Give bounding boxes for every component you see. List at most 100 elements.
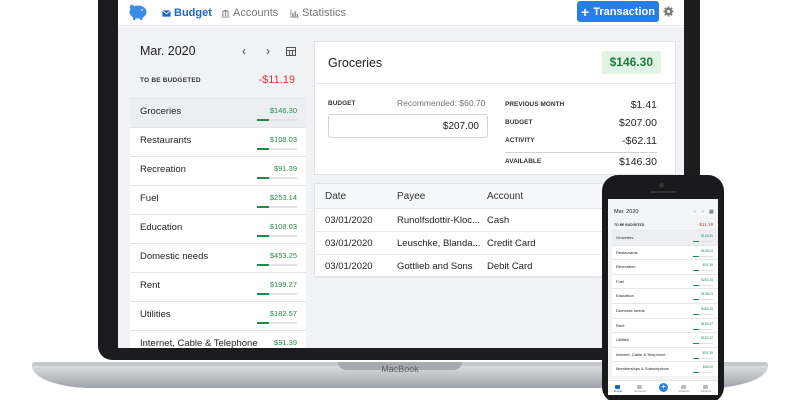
to-be-budgeted-label: TO BE BUDGETED — [140, 77, 201, 84]
category-row[interactable]: Internet, Cable & Telephone $91.39 — [130, 330, 306, 348]
cell-payee: Runolfsdottir-Kloc... — [397, 215, 480, 226]
phone-to-be-budgeted-label: TO BE BUDGETED — [614, 223, 645, 227]
phone-category-progress-bar — [693, 313, 713, 315]
phone-next-month-chevron-icon[interactable]: › — [702, 209, 704, 215]
phone-screen: Mar. 2020 ‹ › ▦ TO BE BUDGETED -$11.19 G… — [608, 199, 718, 395]
category-progress-bar — [257, 206, 297, 208]
envelope-icon — [162, 9, 171, 17]
category-row[interactable]: Fuel $253.14 — [130, 185, 306, 214]
cell-date: 03/01/2020 — [325, 215, 373, 226]
category-progress-fill — [257, 119, 269, 121]
bank-icon — [221, 8, 230, 18]
category-progress-bar — [257, 293, 297, 295]
phone-category-name: Rent — [616, 322, 625, 328]
phone-prev-month-chevron-icon[interactable]: ‹ — [694, 209, 696, 215]
nav-accounts[interactable]: Accounts — [221, 7, 278, 19]
phone-to-be-budgeted-value: -$11.19 — [698, 222, 713, 227]
phone-category-row[interactable]: Rent $199.27 — [612, 317, 718, 333]
column-header-payee[interactable]: Payee — [397, 191, 425, 202]
phone-category-available: $45.00 — [702, 365, 713, 370]
phone-category-row[interactable]: Groceries $146.30 — [612, 230, 718, 245]
nav-statistics-label: Statistics — [302, 7, 347, 19]
category-row[interactable]: Groceries $146.30 — [130, 98, 306, 127]
stat-label: AVAILABLE — [505, 158, 542, 165]
category-progress-bar — [257, 119, 297, 121]
phone-category-available: $91.39 — [702, 350, 713, 355]
category-row[interactable]: Rent $199.27 — [130, 272, 306, 301]
phone-tab-settings[interactable]: Settings — [696, 389, 716, 393]
nav-statistics[interactable]: Statistics — [290, 7, 346, 19]
laptop-brand-label: MacBook — [381, 364, 419, 374]
category-progress-fill — [257, 177, 269, 179]
stat-value: -$62.11 — [622, 135, 657, 147]
piggy-bank-logo-icon — [129, 4, 147, 20]
category-available: $146.30 — [269, 106, 297, 115]
phone-camera — [659, 183, 664, 188]
phone-category-list: Groceries $146.30 Restaurants $108.03 Recrea… — [612, 230, 718, 376]
budget-sidebar: Mar. 2020 ‹ › TO BE BUDGETED -$11.19 Gro… — [118, 27, 306, 348]
phone-category-row[interactable]: Restaurants $108.03 — [612, 244, 718, 260]
category-available: $108.03 — [269, 135, 297, 144]
phone-category-row[interactable]: Education $108.03 — [612, 288, 718, 303]
phone-category-name: Education — [616, 293, 634, 299]
phone-category-row[interactable]: Utilities $182.57 — [612, 332, 718, 347]
phone-category-progress-fill — [693, 255, 699, 257]
phone-add-transaction-button[interactable]: + — [659, 383, 668, 392]
stat-label: BUDGET — [505, 119, 533, 126]
category-row[interactable]: Restaurants $108.03 — [130, 127, 306, 156]
phone-category-row[interactable]: Fuel $253.14 — [612, 273, 718, 289]
phone-category-available: $182.57 — [701, 336, 713, 341]
phone-tab-budget[interactable]: Budget — [608, 389, 628, 393]
phone-category-progress-fill — [693, 241, 699, 242]
stat-label: PREVIOUS MONTH — [505, 101, 565, 108]
phone-month-label: Mar. 2020 — [614, 209, 639, 215]
category-row[interactable]: Education $108.03 — [130, 214, 306, 243]
category-detail-card: Groceries $146.30 BUDGET Recommended: $6… — [314, 41, 676, 175]
cell-date: 03/01/2020 — [325, 261, 373, 272]
phone-tab-bar: Budget Accounts + Statistics Settings — [608, 380, 718, 395]
stat-budget: BUDGET $207.00 — [505, 114, 657, 132]
cell-account: Cash — [487, 215, 510, 226]
calendar-grid-icon[interactable] — [286, 47, 296, 56]
phone-category-progress-fill — [693, 372, 699, 374]
cell-date: 03/01/2020 — [325, 238, 373, 249]
stat-value: $207.00 — [619, 117, 657, 129]
bar-chart-icon — [290, 8, 299, 18]
phone-category-name: Internet, Cable & Telephone — [616, 351, 666, 357]
phone-category-available: $253.14 — [701, 277, 713, 282]
cell-payee: Leuschke, Blanda... — [397, 238, 481, 249]
stat-value: $1.41 — [630, 99, 657, 111]
recommended-amount-link[interactable]: Recommended: $60.70 — [397, 98, 485, 108]
category-name: Rent — [140, 280, 161, 291]
phone-category-progress-bar — [693, 299, 713, 301]
stat-label: ACTIVITY — [505, 137, 535, 144]
phone-category-name: Recreation — [616, 264, 636, 270]
category-row[interactable]: Utilities $182.57 — [130, 301, 306, 330]
phone-category-progress-fill — [693, 270, 699, 272]
gear-icon[interactable] — [663, 6, 674, 17]
month-selector: Mar. 2020 ‹ › — [140, 44, 300, 60]
phone-category-progress-bar — [693, 372, 713, 374]
column-header-account[interactable]: Account — [487, 191, 523, 202]
phone-category-row[interactable]: Domestic needs $453.25 — [612, 302, 718, 318]
phone-tab-statistics[interactable]: Statistics — [674, 389, 694, 393]
category-progress-bar — [257, 177, 297, 179]
next-month-chevron-icon[interactable]: › — [266, 44, 270, 58]
add-transaction-button[interactable]: + Transaction — [577, 1, 659, 22]
category-name: Recreation — [140, 164, 186, 175]
month-label: Mar. 2020 — [140, 44, 196, 58]
phone-category-row[interactable]: Internet, Cable & Telephone $91.39 — [612, 346, 718, 362]
phone-category-available: $108.03 — [701, 248, 713, 253]
phone-tab-accounts[interactable]: Accounts — [630, 389, 650, 393]
category-row[interactable]: Domestic needs $453.25 — [130, 243, 306, 272]
nav-budget[interactable]: Budget — [162, 7, 212, 19]
phone-category-available: $91.39 — [702, 263, 713, 268]
phone-category-row[interactable]: Recreation $91.39 — [612, 259, 718, 274]
prev-month-chevron-icon[interactable]: ‹ — [242, 44, 246, 58]
phone-calendar-grid-icon[interactable]: ▦ — [709, 209, 714, 215]
column-header-date[interactable]: Date — [325, 191, 346, 202]
phone-category-progress-bar — [693, 328, 713, 330]
budget-amount-input[interactable] — [328, 114, 488, 138]
category-row[interactable]: Recreation $91.39 — [130, 156, 306, 185]
phone-category-row[interactable]: Memberships & Subscriptions $45.00 — [612, 361, 718, 376]
